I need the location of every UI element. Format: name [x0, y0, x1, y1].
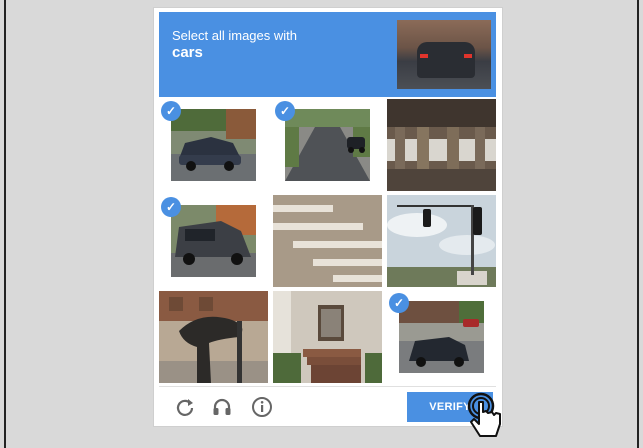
tile-1-0[interactable]: ✓ [159, 195, 268, 287]
captcha-header: Select all images with cars [159, 12, 496, 97]
tile-image-overpass [387, 99, 496, 191]
tile-0-1[interactable]: ✓ [273, 99, 382, 191]
reload-icon-glyph [176, 399, 194, 416]
check-icon: ✓ [275, 101, 295, 121]
sample-taillight-left [420, 54, 428, 58]
tile-2-1[interactable] [273, 291, 382, 383]
captcha-footer: VERIFY [159, 386, 496, 425]
headphones-icon[interactable] [211, 396, 233, 418]
prompt-target: cars [172, 44, 203, 61]
tile-image-house [273, 291, 382, 383]
tile-image-car [171, 205, 256, 277]
tile-image-car [285, 109, 370, 181]
tile-2-2[interactable]: ✓ [387, 291, 496, 383]
headphones-icon-glyph [213, 398, 231, 415]
tile-1-2[interactable] [387, 195, 496, 287]
tile-2-0[interactable] [159, 291, 268, 383]
tile-1-1[interactable] [273, 195, 382, 287]
tile-image-car [171, 109, 256, 181]
tile-image-traffic-light [387, 195, 496, 287]
image-grid: ✓ ✓ ✓ ✓ [159, 99, 496, 383]
hand-pointer-icon [467, 392, 501, 437]
check-icon: ✓ [161, 197, 181, 217]
sample-car [417, 42, 475, 78]
check-icon: ✓ [161, 101, 181, 121]
captcha-widget: Select all images with cars ✓ ✓ ✓ ✓ VERI… [154, 8, 502, 426]
tile-image-car [399, 301, 484, 373]
screen-frame: Select all images with cars ✓ ✓ ✓ ✓ VERI… [4, 0, 639, 448]
tile-0-2[interactable] [387, 99, 496, 191]
sample-image [397, 20, 491, 89]
reload-icon[interactable] [174, 396, 196, 418]
tile-image-crosswalk [273, 195, 382, 287]
check-icon: ✓ [389, 293, 409, 313]
tile-image-statue [159, 291, 268, 383]
sample-taillight-right [464, 54, 472, 58]
tile-0-0[interactable]: ✓ [159, 99, 268, 191]
info-icon-glyph [252, 397, 272, 417]
info-icon[interactable] [251, 396, 273, 418]
prompt-text: Select all images with [172, 28, 297, 43]
